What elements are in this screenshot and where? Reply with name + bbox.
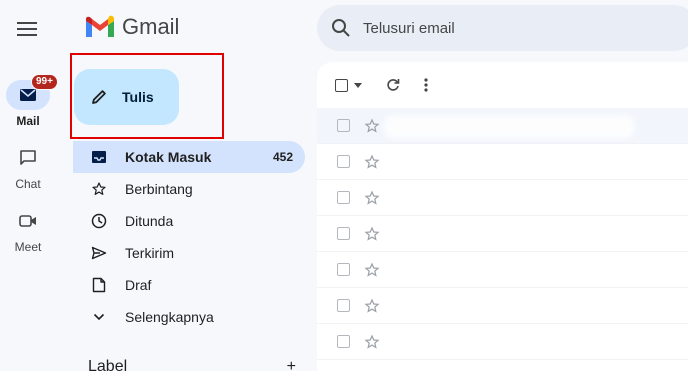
more-options-button[interactable]	[424, 70, 428, 100]
row-checkbox[interactable]	[337, 119, 350, 132]
search-input[interactable]	[363, 19, 623, 37]
search-icon	[332, 19, 350, 37]
nav-label: Kotak Masuk	[125, 149, 212, 165]
main-menu-button[interactable]	[8, 12, 46, 46]
row-checkbox[interactable]	[337, 191, 350, 204]
row-checkbox[interactable]	[337, 227, 350, 240]
compose-label: Tulis	[122, 89, 154, 105]
rail-label-meet: Meet	[14, 240, 42, 254]
gmail-m-icon	[86, 15, 114, 37]
video-icon	[19, 215, 36, 227]
nav-label: Terkirim	[125, 245, 174, 261]
labels-header: Label +	[88, 358, 296, 371]
rail-item-chat[interactable]: Chat	[0, 143, 56, 191]
gmail-logo[interactable]: Gmail	[84, 14, 179, 40]
nav-label: Selengkapnya	[125, 309, 214, 325]
search-bar[interactable]	[317, 5, 688, 51]
select-all-checkbox[interactable]	[335, 70, 362, 100]
refresh-button[interactable]	[386, 70, 400, 100]
row-checkbox[interactable]	[337, 263, 350, 276]
rail-label-mail: Mail	[16, 114, 40, 128]
email-row[interactable]	[317, 180, 688, 216]
send-icon	[91, 246, 107, 260]
inbox-icon	[92, 151, 106, 163]
nav-label: Berbintang	[125, 181, 193, 197]
compose-button[interactable]: Tulis	[74, 69, 179, 125]
star-icon	[364, 118, 380, 133]
email-row[interactable]	[317, 288, 688, 324]
mail-icon	[20, 89, 36, 101]
star-icon	[364, 334, 380, 349]
nav-item-sent[interactable]: Terkirim	[73, 237, 305, 269]
rail-item-meet[interactable]: Meet	[0, 206, 56, 254]
unread-count: 452	[272, 150, 293, 164]
star-icon	[364, 298, 380, 313]
rail-label-chat: Chat	[15, 177, 41, 191]
star-icon	[92, 182, 106, 195]
row-checkbox[interactable]	[337, 335, 350, 348]
nav-item-starred[interactable]: Berbintang	[73, 173, 305, 205]
labels-heading: Label	[88, 358, 128, 371]
email-row[interactable]	[317, 324, 688, 360]
nav-item-snoozed[interactable]: Ditunda	[73, 205, 305, 237]
kebab-icon	[424, 78, 428, 92]
sidebar: Gmail Tulis Kotak Masuk 452 Berbintang D…	[60, 0, 310, 371]
list-toolbar	[317, 62, 688, 108]
redacted-content	[384, 116, 634, 138]
add-label-button[interactable]: +	[287, 358, 296, 371]
unread-badge: 99+	[31, 74, 58, 90]
nav-item-inbox[interactable]: Kotak Masuk 452	[73, 141, 305, 173]
draft-icon	[92, 277, 106, 293]
nav-item-more[interactable]: Selengkapnya	[73, 301, 305, 333]
hamburger-icon	[17, 22, 37, 36]
nav-item-drafts[interactable]: Draf	[73, 269, 305, 301]
nav-label: Ditunda	[125, 213, 174, 229]
star-icon	[364, 226, 380, 241]
app-name: Gmail	[122, 14, 180, 39]
clock-icon	[91, 213, 107, 229]
row-checkbox[interactable]	[337, 155, 350, 168]
email-row[interactable]	[317, 144, 688, 180]
row-checkbox[interactable]	[337, 299, 350, 312]
star-icon	[364, 154, 380, 169]
pencil-icon	[92, 90, 106, 104]
caret-down-icon	[354, 82, 362, 88]
nav-label: Draf	[125, 277, 152, 293]
app-rail: 99+ Mail Chat Meet	[0, 0, 58, 371]
chat-icon	[20, 150, 36, 165]
chevron-down-icon	[93, 313, 105, 321]
rail-item-mail[interactable]: 99+ Mail	[0, 74, 58, 128]
message-list-panel	[317, 62, 688, 371]
refresh-icon	[387, 79, 400, 91]
star-icon	[364, 262, 380, 277]
email-row[interactable]	[317, 216, 688, 252]
star-icon	[364, 190, 380, 205]
folder-nav: Kotak Masuk 452 Berbintang Ditunda Terki…	[73, 141, 305, 333]
email-row[interactable]	[317, 252, 688, 288]
